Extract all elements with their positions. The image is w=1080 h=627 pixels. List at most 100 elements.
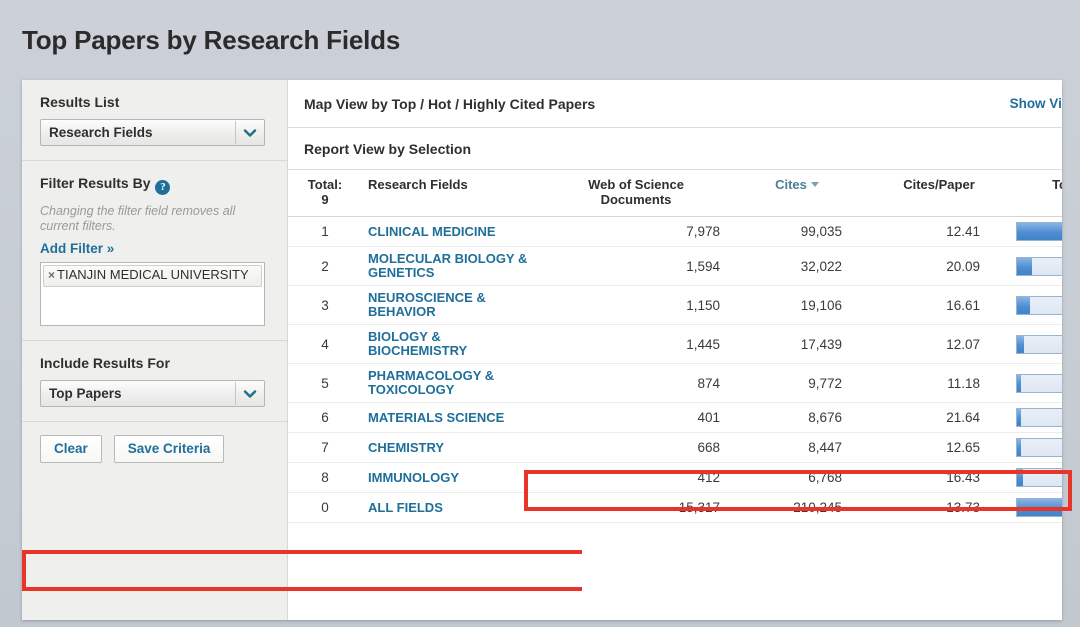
research-field-link[interactable]: MATERIALS SCIENCE (368, 411, 504, 425)
filter-results-label: Filter Results By? (40, 175, 269, 195)
research-field-link[interactable]: BIOLOGY & BIOCHEMISTRY (368, 330, 540, 358)
map-view-bar: Map View by Top / Hot / Highly Cited Pap… (288, 80, 1062, 128)
row-cites: 9,772 (808, 375, 842, 391)
content-card: Results List Research Fields Filter Resu… (22, 80, 1062, 620)
top-papers-bar: 79 (1016, 222, 1062, 241)
table-row[interactable]: 8 IMMUNOLOGY 412 6,768 16.43 5 (288, 463, 1062, 493)
research-field-link[interactable]: ALL FIELDS (368, 501, 443, 515)
filter-hint-text: Changing the filter field removes all cu… (40, 204, 236, 233)
row-cites: 19,106 (800, 297, 842, 313)
row-cites: 99,035 (800, 224, 842, 239)
row-cites: 8,447 (808, 440, 842, 455)
row-research-field: CLINICAL MEDICINE (362, 217, 546, 247)
show-visualization-label: Show Visualization (1009, 95, 1062, 111)
filter-listbox[interactable]: × TIANJIN MEDICAL UNIVERSITY (40, 262, 265, 326)
row-top-papers: 7 (1010, 325, 1062, 364)
table-row[interactable]: 3 NEUROSCIENCE & BEHAVIOR 1,150 19,106 16.61… (288, 286, 1062, 325)
results-list-section: Results List Research Fields (22, 80, 287, 161)
row-rank: 5 (321, 375, 329, 391)
table-row[interactable]: 0 ALL FIELDS 15,317 210,245 13.73 140 (288, 493, 1062, 523)
table-row[interactable]: 2 MOLECULAR BIOLOGY & GENETICS 1,594 32,022… (288, 247, 1062, 286)
include-results-label: Include Results For (40, 355, 170, 371)
filter-results-section: Filter Results By? Changing the filter f… (22, 161, 287, 341)
chevron-down-icon (243, 129, 257, 137)
row-rank: 3 (321, 297, 329, 313)
row-documents: 15,317 (678, 500, 720, 515)
row-cites: 32,022 (800, 258, 842, 274)
column-header-documents: Web of Science Documents (546, 170, 726, 217)
row-cites-per-paper: 13.73 (946, 500, 980, 515)
row-research-field: NEUROSCIENCE & BEHAVIOR (362, 286, 546, 325)
results-list-label: Results List (40, 94, 120, 110)
table-body: 1 CLINICAL MEDICINE 7,978 99,035 12.41 79 2 MOL… (288, 217, 1062, 523)
results-list-selected-value: Research Fields (49, 125, 153, 140)
total-value: 9 (321, 192, 329, 207)
filter-chip[interactable]: × TIANJIN MEDICAL UNIVERSITY (43, 265, 262, 287)
row-research-field: MOLECULAR BIOLOGY & GENETICS (362, 247, 546, 286)
column-header-cites-per-paper: Cites/Paper (868, 170, 1010, 217)
top-papers-bar: 5 (1016, 468, 1062, 487)
double-chevron-icon: » (106, 241, 115, 256)
top-papers-bar: 4 (1016, 438, 1062, 457)
add-filter-link[interactable]: Add Filter » (40, 241, 114, 256)
chevron-down-icon (243, 390, 257, 398)
table-row[interactable]: 6 MATERIALS SCIENCE 401 8,676 21.64 3 (288, 403, 1062, 433)
research-field-link[interactable]: IMMUNOLOGY (368, 471, 459, 485)
table-row[interactable]: 7 CHEMISTRY 668 8,447 12.65 4 (288, 433, 1062, 463)
help-icon[interactable]: ? (155, 180, 171, 195)
row-cites: 210,245 (793, 500, 842, 515)
row-research-field: PHARMACOLOGY & TOXICOLOGY (362, 364, 546, 403)
row-top-papers: 79 (1010, 217, 1062, 247)
research-field-link[interactable]: CHEMISTRY (368, 441, 444, 455)
table-row[interactable]: 4 BIOLOGY & BIOCHEMISTRY 1,445 17,439 12.07 7 (288, 325, 1062, 364)
report-table: Total: 9 Research Fields Web of Science … (288, 170, 1062, 523)
sidebar-button-row: Clear Save Criteria (22, 422, 287, 476)
map-view-label: Map View by Top / Hot / Highly Cited Pap… (304, 95, 596, 112)
table-header: Total: 9 Research Fields Web of Science … (288, 170, 1062, 217)
row-cites: 6,768 (808, 470, 842, 485)
include-results-select[interactable]: Top Papers (40, 380, 265, 407)
top-papers-bar: 3 (1016, 408, 1062, 427)
row-top-papers: 15 (1010, 247, 1062, 286)
cites-sort-link[interactable]: Cites (775, 177, 819, 192)
top-papers-bar-fill (1017, 409, 1022, 426)
row-top-papers: 3 (1010, 403, 1062, 433)
row-rank: 2 (321, 258, 329, 274)
row-cites-per-paper: 20.09 (946, 258, 980, 274)
remove-filter-icon[interactable]: × (48, 268, 55, 282)
save-criteria-button[interactable]: Save Criteria (113, 435, 225, 463)
column-header-cites[interactable]: Cites (726, 170, 868, 217)
research-field-link[interactable]: PHARMACOLOGY & TOXICOLOGY (368, 369, 540, 397)
clear-button[interactable]: Clear (40, 435, 102, 463)
row-research-field: BIOLOGY & BIOCHEMISTRY (362, 325, 546, 364)
row-rank: 8 (321, 470, 329, 485)
select-divider (235, 382, 236, 405)
report-view-label: Report View by Selection (304, 140, 472, 157)
row-cites-per-paper: 12.65 (946, 440, 980, 455)
report-view-bar: Report View by Selection Customize (288, 128, 1062, 170)
research-field-link[interactable]: MOLECULAR BIOLOGY & GENETICS (368, 252, 540, 280)
table-row[interactable]: 1 CLINICAL MEDICINE 7,978 99,035 12.41 79 (288, 217, 1062, 247)
sidebar: Results List Research Fields Filter Resu… (22, 80, 288, 620)
row-documents: 668 (697, 440, 720, 455)
row-rank: 1 (321, 224, 329, 239)
row-documents: 1,594 (686, 258, 720, 274)
row-top-papers: 5 (1010, 463, 1062, 493)
column-header-top-papers: Top Papers (1010, 170, 1062, 217)
select-divider (235, 121, 236, 144)
top-papers-bar: 15 (1016, 256, 1062, 276)
row-cites-per-paper: 21.64 (946, 410, 980, 425)
top-papers-bar: 12 (1016, 295, 1062, 315)
table-row[interactable]: 5 PHARMACOLOGY & TOXICOLOGY 874 9,772 11.18 3 (288, 364, 1062, 403)
row-rank: 4 (321, 336, 329, 352)
research-field-link[interactable]: CLINICAL MEDICINE (368, 225, 496, 239)
row-documents: 7,978 (686, 224, 720, 239)
top-papers-bar: 140 (1016, 498, 1062, 517)
include-results-selected-value: Top Papers (49, 386, 122, 401)
results-list-select[interactable]: Research Fields (40, 119, 265, 146)
research-field-link[interactable]: NEUROSCIENCE & BEHAVIOR (368, 291, 540, 319)
page-title: Top Papers by Research Fields (22, 25, 401, 56)
show-visualization-link[interactable]: Show Visualization✚ (1010, 94, 1062, 114)
row-cites: 17,439 (800, 336, 842, 352)
top-papers-bar-fill (1017, 469, 1023, 486)
